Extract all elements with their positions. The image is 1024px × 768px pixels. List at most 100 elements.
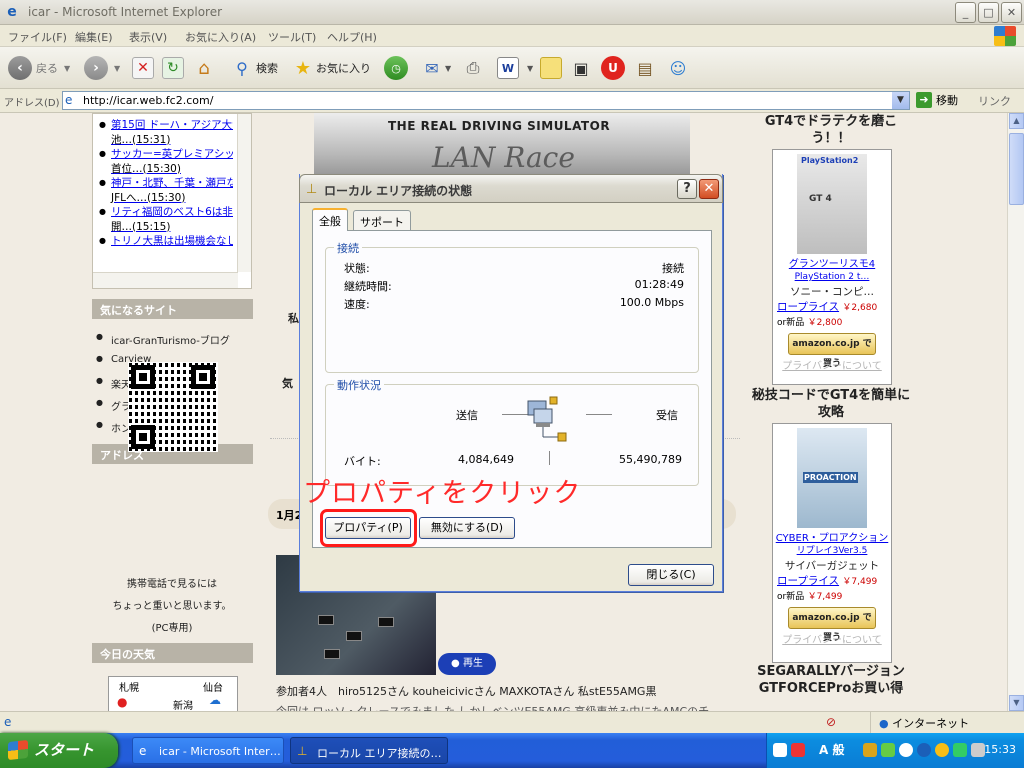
tray-app-icon[interactable]: [917, 743, 931, 757]
tab-general[interactable]: 全般: [312, 208, 348, 231]
play-icon: ●: [451, 658, 460, 669]
network-tray-icon[interactable]: [953, 743, 967, 757]
forward-dropdown-icon[interactable]: ▼: [114, 64, 120, 73]
go-button[interactable]: ➜ 移動: [916, 92, 958, 108]
maximize-button[interactable]: □: [978, 2, 999, 23]
note-icon: [540, 57, 562, 79]
qr-caption: ちょっと重いと思います。: [112, 601, 232, 612]
discuss-button[interactable]: [540, 55, 562, 81]
help-button[interactable]: ?: [677, 179, 697, 199]
address-input[interactable]: e http://icar.web.fc2.com/ ▼: [62, 91, 910, 110]
mail-button[interactable]: ✉ ▼: [421, 55, 451, 81]
links-button[interactable]: リンク: [978, 93, 1011, 109]
tray-app-icon[interactable]: [863, 743, 877, 757]
product-link[interactable]: CYBER・プロアクション: [773, 532, 891, 545]
news-item[interactable]: トリノ大黒は出場機会なし: [99, 234, 233, 249]
activity-group-label: 動作状況: [334, 377, 384, 393]
close-window-button[interactable]: ✕: [1001, 2, 1022, 23]
dialog-close-button[interactable]: ✕: [699, 179, 719, 199]
gt4-product-image[interactable]: PlayStation2 GT 4: [797, 154, 867, 254]
menu-tools[interactable]: ツール(T): [268, 29, 316, 45]
product-platform-link[interactable]: リプレイ3Ver3.5: [773, 545, 891, 557]
dialog-title: ローカル エリア接続の状態: [324, 184, 473, 198]
tray-app-icon[interactable]: [935, 743, 949, 757]
privacy-link[interactable]: プライバシーについて: [773, 631, 891, 646]
scroll-down-icon[interactable]: ▼: [1009, 695, 1024, 711]
internet-explorer-icon: e: [7, 4, 17, 20]
window-title-bar[interactable]: e icar - Microsoft Internet Explorer _ □…: [0, 0, 1024, 25]
edit-dropdown-icon[interactable]: ▼: [527, 64, 533, 73]
start-button[interactable]: スタート: [0, 733, 118, 768]
tab-support[interactable]: サポート: [353, 210, 411, 230]
address-dropdown-icon[interactable]: ▼: [892, 92, 909, 109]
weather-map[interactable]: 札幌 仙台 新潟 ● ☁: [108, 676, 238, 711]
ime-indicator[interactable]: A 般: [819, 741, 844, 758]
back-button[interactable]: ‹ 戻る ▼: [8, 55, 70, 81]
home-button[interactable]: ⌂: [193, 55, 215, 81]
duration-label: 継続時間:: [344, 280, 392, 293]
amazon-buy-button[interactable]: amazon.co.jp で買う: [788, 333, 876, 369]
disable-button[interactable]: 無効にする(D): [419, 517, 515, 539]
print-button[interactable]: ⎙: [462, 55, 484, 81]
site-link[interactable]: 楽天: [96, 376, 131, 391]
menu-edit[interactable]: 編集(E): [75, 29, 113, 45]
stop-icon: ✕: [132, 57, 154, 79]
site-link[interactable]: icar-GranTurismo-ブログ: [96, 332, 230, 347]
history-button[interactable]: ◷: [384, 55, 408, 81]
messenger-people-icon: ☺: [669, 58, 687, 78]
stop-button[interactable]: ✕: [132, 55, 154, 81]
menu-favorites[interactable]: お気に入り(A): [185, 29, 256, 45]
refresh-button[interactable]: ↻: [162, 55, 184, 81]
news-horizontal-scrollbar[interactable]: [93, 272, 238, 288]
edit-button[interactable]: W ▼: [497, 55, 533, 81]
news-item[interactable]: 神戸・北野、千葉・瀬戸なJFLへ…(15:30): [99, 176, 233, 205]
menu-file[interactable]: ファイル(F): [8, 29, 67, 45]
forward-button[interactable]: › ▼: [84, 55, 120, 81]
scroll-thumb[interactable]: [1009, 133, 1024, 205]
product-maker: ソニー・コンピ…: [790, 286, 874, 298]
scroll-up-icon[interactable]: ▲: [1009, 113, 1024, 129]
product-platform-link[interactable]: PlayStation 2 t…: [773, 271, 891, 283]
minimize-button[interactable]: _: [955, 2, 976, 23]
news-item[interactable]: 第15回 ドーハ・アジア大会池…(15:31): [99, 118, 233, 147]
addon-button[interactable]: U: [601, 55, 625, 81]
privacy-link[interactable]: プライバシーについて: [773, 357, 891, 372]
amazon-buy-button[interactable]: amazon.co.jp で買う: [788, 607, 876, 643]
favorites-label: お気に入り: [316, 62, 371, 75]
page-vertical-scrollbar[interactable]: ▲ ▼: [1007, 113, 1024, 711]
messenger-button[interactable]: ☺: [667, 55, 689, 81]
tray-app-icon[interactable]: [791, 743, 805, 757]
favorites-button[interactable]: ★ お気に入り: [292, 55, 371, 81]
dialog-title-bar[interactable]: ⊥ ローカル エリア接続の状態 ? ✕: [299, 174, 723, 203]
proaction-product-image[interactable]: PROACTION: [797, 428, 867, 528]
news-item[interactable]: リティ福岡のベスト6は非公開…(15:15): [99, 205, 233, 234]
play-button[interactable]: ● 再生: [438, 653, 496, 675]
close-dialog-button[interactable]: 閉じる(C): [628, 564, 714, 586]
post-body: 今回は ロッソ・クレースでみました しかしベンツE55AMG 高級車並み中にたA…: [276, 703, 709, 711]
media-button[interactable]: ▣: [570, 55, 592, 81]
news-item[interactable]: サッカー=英プレミアシップ、首位…(15:30): [99, 147, 233, 176]
menu-view[interactable]: 表示(V): [129, 29, 167, 45]
product-link[interactable]: グランツーリスモ4: [773, 258, 891, 271]
tray-expand-icon[interactable]: [899, 743, 913, 757]
search-icon: ⚲: [236, 58, 248, 78]
taskbar-item-connection[interactable]: ⊥ ローカル エリア接続の…: [290, 737, 448, 764]
volume-icon[interactable]: [971, 743, 985, 757]
keyboard-icon[interactable]: [773, 743, 787, 757]
lowprice-link[interactable]: ロープライス: [777, 301, 839, 313]
address-label: アドレス(D): [4, 98, 60, 109]
menu-help[interactable]: ヘルプ(H): [327, 29, 377, 45]
research-button[interactable]: ▤: [634, 55, 656, 81]
favorites-star-icon: ★: [294, 57, 312, 79]
clock[interactable]: 15:33: [984, 743, 1016, 756]
lowprice-link[interactable]: ロープライス: [777, 575, 839, 587]
tray-app-icon[interactable]: [881, 743, 895, 757]
back-dropdown-icon[interactable]: ▼: [64, 64, 70, 73]
news-vertical-scrollbar[interactable]: [237, 114, 251, 272]
page-status-icon: e: [4, 715, 12, 729]
history-icon: ◷: [384, 56, 408, 80]
mail-dropdown-icon[interactable]: ▼: [445, 64, 451, 73]
search-button[interactable]: ⚲ 検索: [231, 55, 278, 81]
taskbar-item-ie[interactable]: e icar - Microsoft Inter…: [132, 737, 284, 764]
popup-blocker-icon[interactable]: ⊘: [826, 715, 836, 729]
